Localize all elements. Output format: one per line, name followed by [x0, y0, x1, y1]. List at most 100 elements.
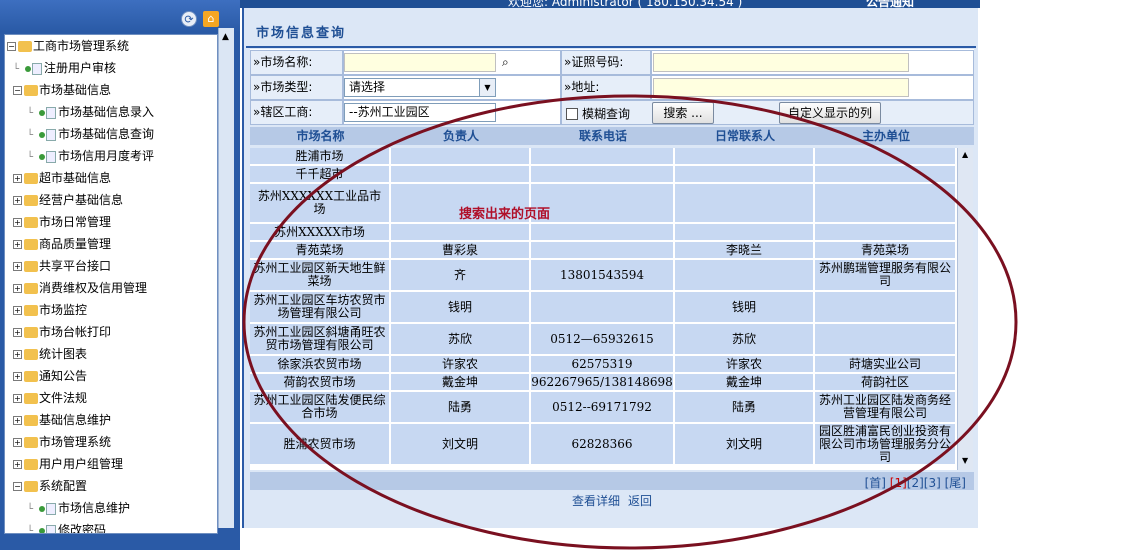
sidebar-item[interactable]: + 市场台帐打印 [13, 321, 111, 343]
table-cell[interactable]: 苏州工业园区斜塘甬旺农贸市场管理有限公司 [250, 324, 391, 356]
scroll-up-icon[interactable]: ▲ [222, 32, 229, 42]
table-row[interactable]: 胜浦市场 [250, 148, 957, 166]
expand-icon[interactable]: + [13, 240, 22, 249]
pager-first[interactable]: [首] [865, 476, 886, 490]
expand-icon[interactable]: + [13, 328, 22, 337]
col-header-name: 市场名称 [296, 129, 345, 143]
expand-icon[interactable]: + [13, 196, 22, 205]
fuzzy-checkbox[interactable] [566, 108, 578, 120]
expand-icon[interactable]: + [13, 218, 22, 227]
collapse-icon[interactable]: − [13, 482, 22, 491]
table-row[interactable]: 苏州工业园区新天地生鲜菜场齐 13801543594 苏州鹏瑞管理服务有限公司 [250, 260, 957, 292]
table-row[interactable]: 青苑菜场 曹彩泉 李晓兰 青苑菜场 [250, 242, 957, 260]
pager-last[interactable]: [尾] [945, 476, 966, 490]
sidebar-item[interactable]: + 市场管理系统 [13, 431, 111, 453]
table-cell [815, 292, 957, 324]
sidebar-item[interactable]: + 经营户基础信息 [13, 189, 123, 211]
expand-icon[interactable]: + [13, 372, 22, 381]
expand-icon[interactable]: + [13, 460, 22, 469]
pager-page-2[interactable]: [2] [907, 476, 924, 490]
address-input[interactable] [653, 78, 909, 97]
refresh-icon[interactable]: ⟳ [181, 11, 197, 27]
sidebar-item[interactable]: └ 市场基础信息查询 [27, 123, 154, 145]
sidebar-item[interactable]: └ 市场信用月度考评 [27, 145, 154, 167]
expand-icon[interactable]: + [13, 174, 22, 183]
sidebar-item[interactable]: + 用户用户组管理 [13, 453, 123, 475]
table-cell: 苏州工业园区陆发商务经营管理有限公司 [815, 392, 957, 424]
table-row[interactable]: 苏州工业园区陆发便民综合市场 陆勇 0512--69171792 陆勇 苏州工业园区陆发… [250, 392, 957, 424]
scroll-down-icon[interactable]: ▼ [962, 456, 968, 465]
sidebar-item[interactable]: − 系统配置 [13, 475, 87, 497]
table-cell[interactable]: 胜浦农贸市场 [250, 424, 391, 466]
table-row[interactable]: 苏州工业园区斜塘甬旺农贸市场管理有限公司 苏欣 0512—65932615 苏欣 [250, 324, 957, 356]
table-row[interactable]: 苏州XXXXXX工业品市场 [250, 184, 957, 224]
table-row[interactable]: 苏州工业园区车坊农贸市场管理有限公司 钱明 钱明 [250, 292, 957, 324]
table-row[interactable]: 徐家浜农贸市场 许家农 62575319 许家农 莳塘实业公司 [250, 356, 957, 374]
col-header-phone: 联系电话 [578, 129, 627, 143]
table-cell: 13801543594 [531, 260, 675, 292]
table-cell[interactable]: 胜浦市场 [250, 148, 391, 166]
license-input[interactable] [653, 53, 909, 72]
table-cell: 许家农 [391, 356, 531, 374]
sidebar-item[interactable]: └ 修改密码 [27, 519, 106, 533]
sidebar-item-label: 商品质量管理 [39, 237, 112, 251]
annotation-label: 搜索出来的页面 [459, 207, 551, 222]
expand-icon[interactable]: + [13, 416, 22, 425]
table-cell[interactable]: 苏州工业园区陆发便民综合市场 [250, 392, 391, 424]
collapse-icon[interactable]: − [7, 42, 16, 51]
sidebar-item[interactable]: + 统计图表 [13, 343, 87, 365]
search-icon[interactable]: ⌕ [502, 55, 516, 69]
table-cell[interactable]: 千千超市 [250, 166, 391, 184]
expand-icon[interactable]: + [13, 306, 22, 315]
table-cell: 荷韵社区 [815, 374, 957, 392]
chevron-down-icon[interactable]: ▼ [479, 79, 495, 96]
collapse-icon[interactable]: − [13, 86, 22, 95]
market-name-input[interactable] [344, 53, 496, 72]
sidebar-item[interactable]: + 通知公告 [13, 365, 87, 387]
sidebar-item[interactable]: + 超市基础信息 [13, 167, 111, 189]
table-cell[interactable]: 苏州工业园区车坊农贸市场管理有限公司 [250, 292, 391, 324]
table-row[interactable]: 苏州XXXXX市场 [250, 224, 957, 242]
sidebar-item[interactable]: + 消费维权及信用管理 [13, 277, 147, 299]
back-link[interactable]: 返回 [628, 494, 652, 508]
sidebar-item[interactable]: − 市场基础信息 [13, 79, 111, 101]
sidebar-scrollbar[interactable]: ▲ [218, 28, 234, 528]
search-button[interactable]: 搜索 ... [652, 102, 714, 124]
table-cell[interactable]: 苏州XXXXX市场 [250, 224, 391, 242]
home-icon[interactable]: ⌂ [203, 11, 219, 27]
expand-icon[interactable]: + [13, 438, 22, 447]
table-row[interactable]: 胜浦农贸市场 刘文明 62828366 刘文明 园区胜浦富民创业投资有限公司市场管理服务… [250, 424, 957, 466]
sidebar-item[interactable]: + 商品质量管理 [13, 233, 111, 255]
expand-icon[interactable]: + [13, 350, 22, 359]
notice-link[interactable]: 公告通知 [866, 0, 914, 8]
table-cell[interactable]: 徐家浜农贸市场 [250, 356, 391, 374]
table-row[interactable]: 千千超市 [250, 166, 957, 184]
sidebar-item[interactable]: + 文件法规 [13, 387, 87, 409]
pager-bar: [首] [1][2][3] [尾] [250, 472, 974, 490]
sidebar-item[interactable]: + 市场日常管理 [13, 211, 111, 233]
table-cell[interactable]: 青苑菜场 [250, 242, 391, 260]
table-row[interactable]: 荷韵农贸市场戴金坤15962267965/13814869813戴金坤荷韵社区 [250, 374, 957, 392]
sidebar-item[interactable]: + 基础信息维护 [13, 409, 111, 431]
sidebar-item[interactable]: └ 注册用户审核 [13, 57, 116, 79]
pager-page-1[interactable]: [1] [890, 476, 907, 490]
district-select[interactable]: --苏州工业园区 [344, 103, 496, 122]
table-scrollbar[interactable]: ▲ ▼ [957, 148, 973, 470]
expand-icon[interactable]: + [13, 262, 22, 271]
sidebar-item[interactable]: + 共享平台接口 [13, 255, 111, 277]
table-cell[interactable]: 苏州XXXXXX工业品市场 [250, 184, 391, 224]
scroll-up-icon[interactable]: ▲ [962, 150, 968, 159]
table-cell[interactable]: 苏州工业园区新天地生鲜菜场 [250, 260, 391, 292]
sidebar-item[interactable]: + 市场监控 [13, 299, 87, 321]
tree-root[interactable]: − 工商市场管理系统 [7, 35, 129, 57]
view-details-link[interactable]: 查看详细 [572, 494, 620, 508]
pager-page-3[interactable]: [3] [924, 476, 941, 490]
custom-columns-button[interactable]: 自定义显示的列 [779, 102, 881, 124]
expand-icon[interactable]: + [13, 394, 22, 403]
sidebar-item[interactable]: └ 市场信息维护 [27, 497, 130, 519]
folder-icon [24, 239, 38, 250]
table-cell[interactable]: 荷韵农贸市场 [250, 374, 391, 392]
expand-icon[interactable]: + [13, 284, 22, 293]
sidebar-item[interactable]: └ 市场基础信息录入 [27, 101, 154, 123]
market-type-select[interactable]: 请选择 ▼ [344, 78, 496, 97]
